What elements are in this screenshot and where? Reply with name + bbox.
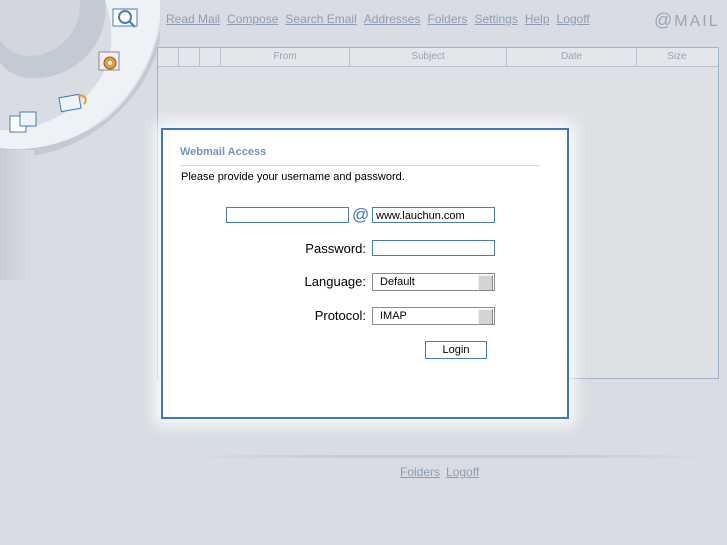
dialog-instruction: Please provide your username and passwor… (181, 171, 405, 183)
nav-help[interactable]: Help (525, 12, 550, 26)
dialog-title: Webmail Access (180, 146, 267, 158)
nav-search-email[interactable]: Search Email (285, 12, 356, 26)
dialog-divider (180, 165, 540, 166)
chevron-down-icon (478, 275, 493, 291)
brand-at: @ (654, 10, 675, 30)
top-nav: Read Mail Compose Search Email Addresses Fol… (166, 12, 597, 26)
domain-input[interactable]: www.lauchun.com (372, 207, 495, 223)
footer-logoff[interactable]: Logoff (446, 465, 479, 479)
mail-list-header: From Subject Date Size (158, 48, 718, 67)
nav-read-mail[interactable]: Read Mail (166, 12, 220, 26)
password-input[interactable] (372, 240, 495, 256)
nav-compose[interactable]: Compose (227, 12, 278, 26)
nav-logoff[interactable]: Logoff (557, 12, 590, 26)
language-label: Language: (304, 274, 366, 289)
chevron-down-icon (478, 309, 493, 325)
col-from[interactable]: From (221, 48, 350, 66)
protocol-label: Protocol: (314, 308, 366, 323)
col-check[interactable] (158, 48, 179, 66)
col-flag[interactable] (179, 48, 200, 66)
language-select[interactable]: Default (372, 273, 495, 291)
at-sign: @ (352, 205, 370, 224)
nav-settings[interactable]: Settings (474, 12, 517, 26)
bottom-divider (180, 455, 720, 458)
footer-nav: Folders Logoff (400, 465, 485, 479)
username-input[interactable] (226, 207, 349, 223)
nav-folders[interactable]: Folders (427, 12, 467, 26)
password-label: Password: (305, 241, 366, 256)
compose-envelope-icon[interactable] (58, 90, 88, 114)
login-button[interactable]: Login (425, 341, 487, 359)
brand-logo: @MAIL (654, 10, 720, 31)
protocol-select[interactable]: IMAP (372, 307, 495, 325)
addresses-card-icon[interactable] (8, 110, 38, 134)
col-date[interactable]: Date (507, 48, 637, 66)
footer-folders[interactable]: Folders (400, 465, 440, 479)
search-mail-icon[interactable] (110, 6, 140, 30)
brand-text: MAIL (674, 13, 720, 30)
login-dialog: Webmail Access Please provide your usern… (161, 128, 569, 419)
settings-gear-icon[interactable] (94, 50, 124, 74)
col-subject[interactable]: Subject (350, 48, 507, 66)
protocol-value: IMAP (380, 310, 407, 322)
col-status[interactable] (200, 48, 221, 66)
left-band (0, 150, 34, 280)
language-value: Default (380, 276, 415, 288)
nav-addresses[interactable]: Addresses (364, 12, 421, 26)
col-size[interactable]: Size (637, 48, 717, 66)
